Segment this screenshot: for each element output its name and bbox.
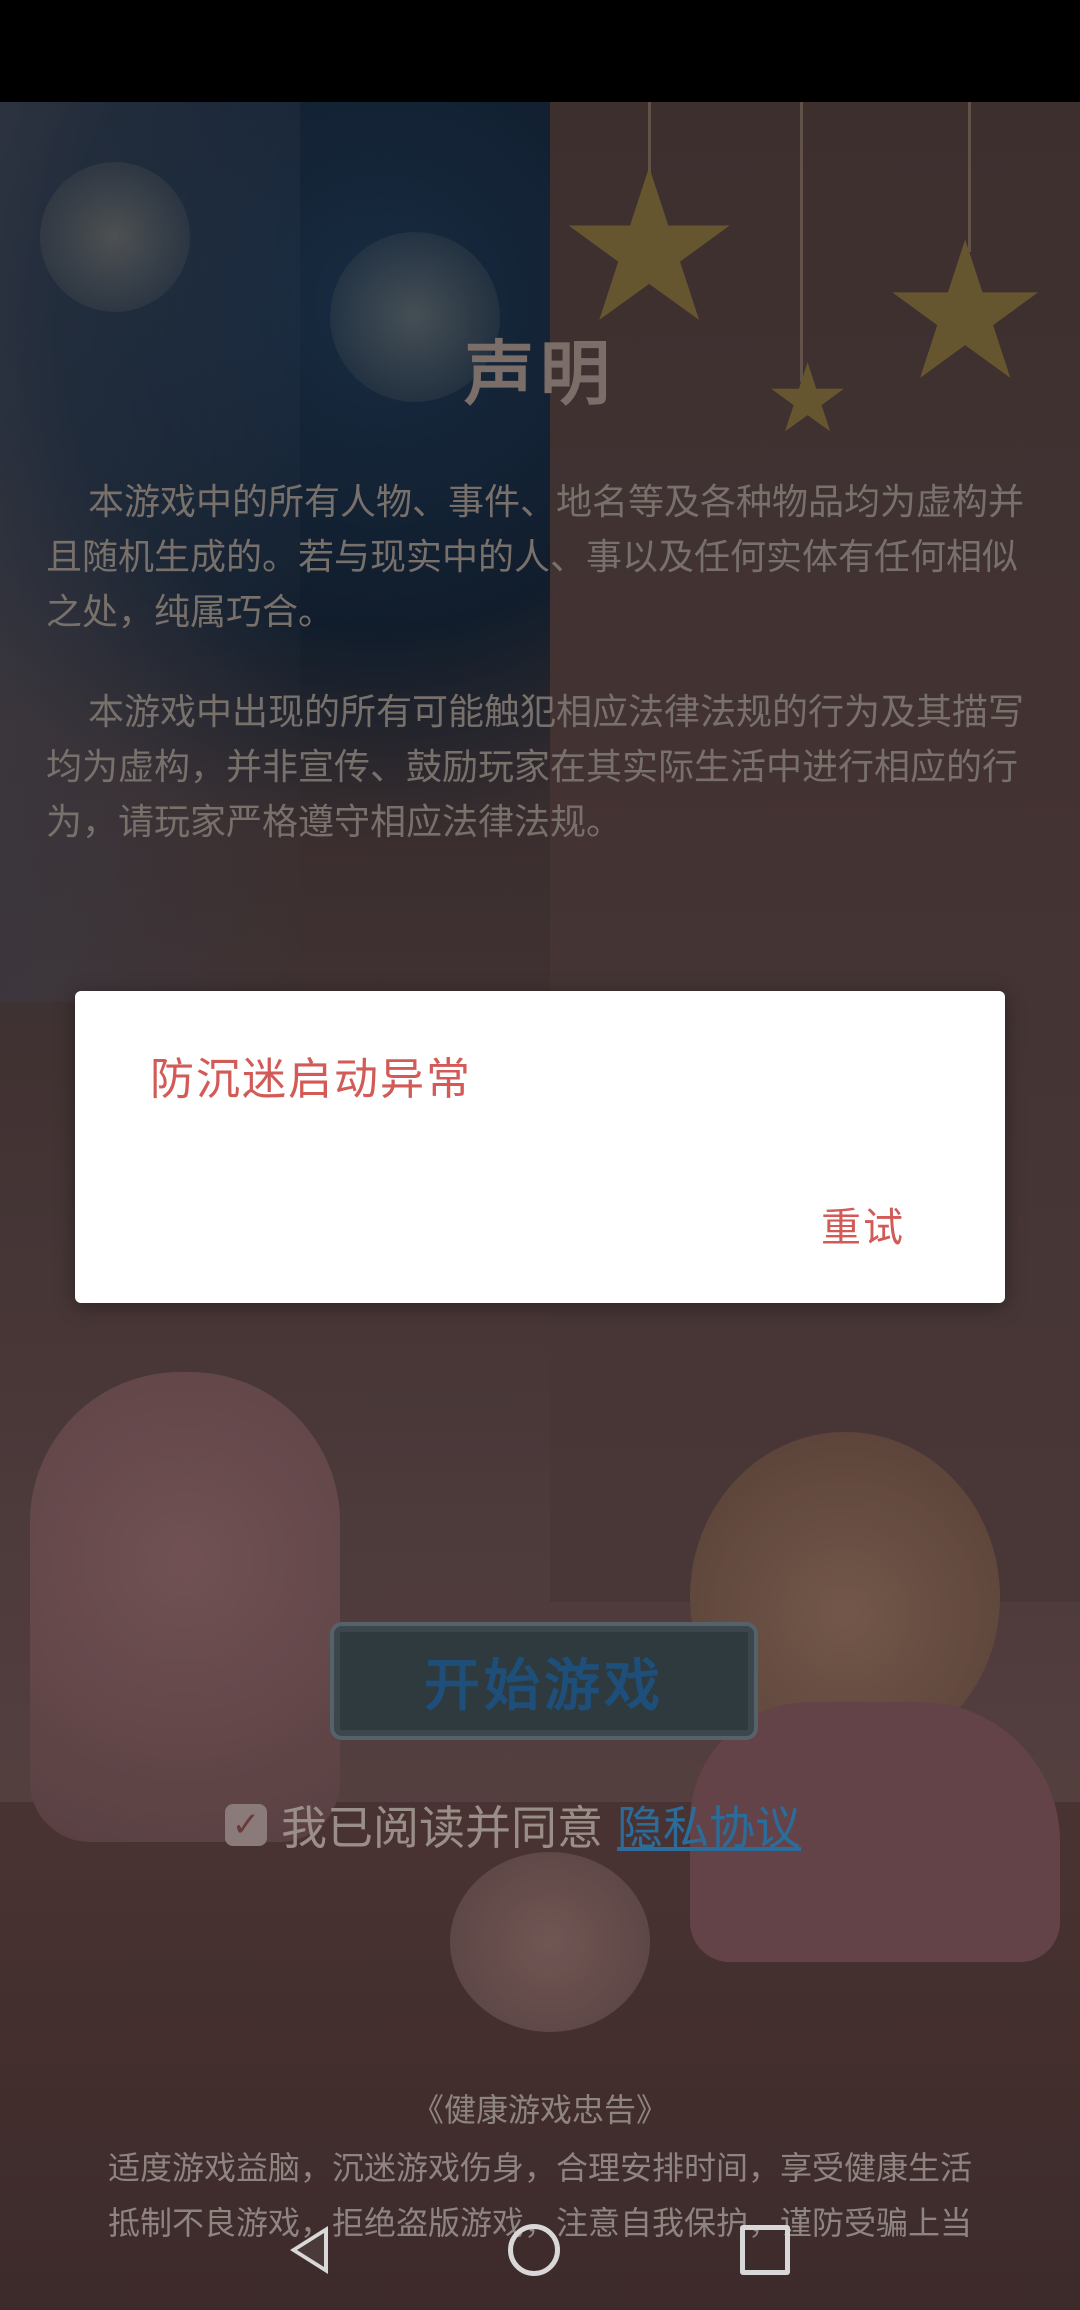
privacy-agreement-row: ✓ 我已阅读并同意 隐私协议 — [225, 1790, 801, 1860]
retry-button[interactable]: 重试 — [809, 1189, 917, 1259]
privacy-policy-link[interactable]: 隐私协议 — [617, 1792, 801, 1858]
agreement-text: 我已阅读并同意 — [281, 1801, 603, 1855]
declaration-paragraph-1: 本游戏中的所有人物、事件、地名等及各种物品均为虚构并且随机生成的。若与现实中的人… — [46, 482, 1025, 633]
dialog-message: 防沉迷启动异常 — [150, 1054, 472, 1105]
start-game-button[interactable]: 开始游戏 — [330, 1622, 758, 1740]
recent-apps-icon[interactable] — [740, 2225, 790, 2275]
checkbox-checked-icon[interactable]: ✓ — [225, 1804, 267, 1846]
home-icon[interactable] — [508, 2224, 560, 2276]
status-bar — [0, 0, 1080, 102]
declaration-paragraph-2: 本游戏中出现的所有可能触犯相应法律法规的行为及其描写均为虚构，并非宣传、鼓励玩家… — [46, 692, 1025, 843]
declaration-title: 声明 — [464, 333, 616, 415]
health-advice-line-1: 适度游戏益脑，沉迷游戏伤身，合理安排时间，享受健康生活 — [107, 2149, 972, 2187]
error-dialog: 防沉迷启动异常 重试 — [75, 991, 1005, 1303]
health-advice-title: 《健康游戏忠告》 — [411, 2091, 668, 2129]
back-icon[interactable] — [290, 2226, 328, 2274]
